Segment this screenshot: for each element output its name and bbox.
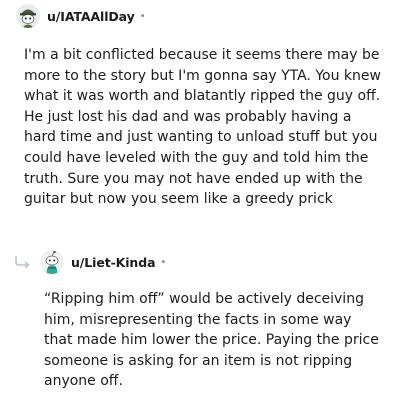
- user-avatar-icon[interactable]: [40, 250, 64, 274]
- meta-separator: •: [160, 256, 167, 268]
- comment-1-header: u/IATAAllDay •: [16, 2, 146, 30]
- meta-separator: •: [139, 10, 146, 22]
- comment-2-body: “Ripping him off” would be actively dece…: [44, 291, 379, 390]
- comment-2-header: u/Liet-Kinda •: [14, 248, 166, 276]
- comment-1-body: I'm a bit conflicted because it seems th…: [24, 47, 381, 208]
- reply-arrow-icon: [15, 256, 30, 268]
- comment-1-username[interactable]: u/IATAAllDay: [47, 9, 135, 24]
- user-avatar-icon[interactable]: [16, 4, 40, 28]
- comment-2-username[interactable]: u/Liet-Kinda: [71, 255, 156, 270]
